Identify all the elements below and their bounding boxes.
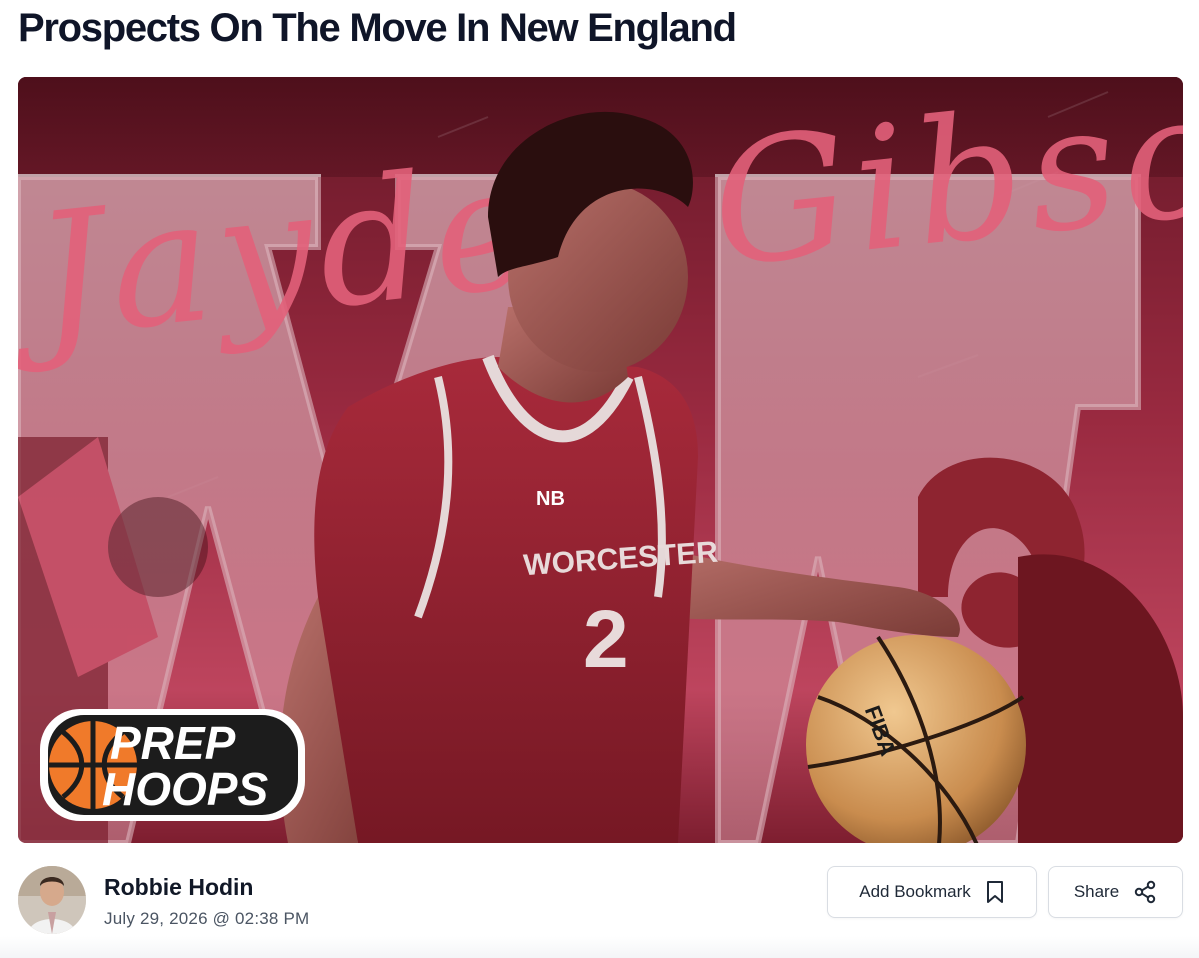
- logo-line-1: PREP: [110, 717, 236, 769]
- jersey-brand-icon: NB: [536, 488, 565, 510]
- share-label: Share: [1073, 882, 1120, 901]
- article-title: Prospects On The Move In New England: [18, 6, 737, 50]
- share-icon: [1133, 880, 1157, 904]
- author-name[interactable]: Robbie Hodin: [104, 874, 253, 901]
- share-button[interactable]: Share: [1048, 866, 1183, 918]
- logo-line-2: HOOPS: [102, 763, 268, 815]
- hero-image: Jayden Gibson WORCESTER 2 NB FIBA PREP H…: [18, 77, 1183, 843]
- bottom-fade: [0, 936, 1199, 958]
- article-page: Prospects On The Move In New England Jay…: [0, 0, 1199, 958]
- author-row: Robbie Hodin July 29, 2026 @ 02:38 PM Ad…: [18, 864, 1183, 936]
- bookmark-icon: [985, 880, 1005, 904]
- add-bookmark-button[interactable]: Add Bookmark: [827, 866, 1037, 918]
- avatar[interactable]: [18, 866, 86, 934]
- publish-date: July 29, 2026 @ 02:38 PM: [104, 909, 310, 928]
- jersey-number: 2: [583, 594, 629, 685]
- prep-hoops-logo: PREP HOOPS: [40, 709, 305, 821]
- add-bookmark-label: Add Bookmark: [859, 882, 971, 901]
